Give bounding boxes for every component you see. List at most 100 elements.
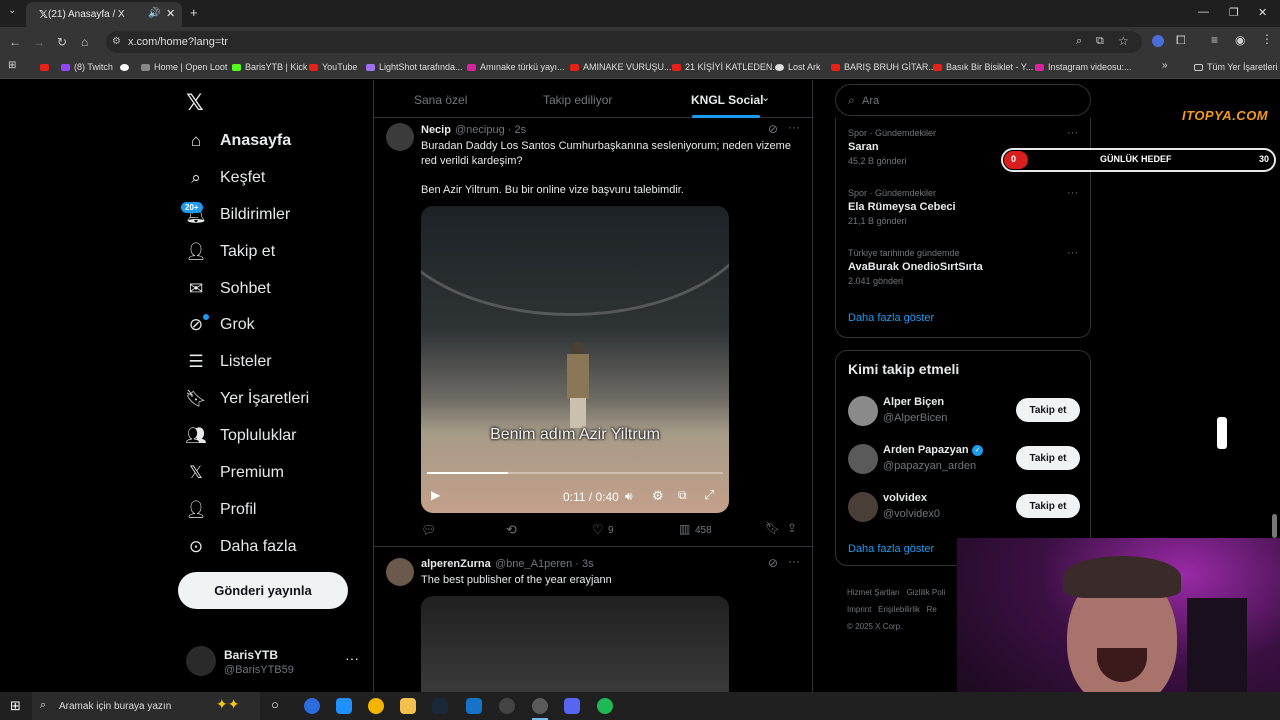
volume-icon[interactable]: 🔊︎ (625, 489, 633, 504)
windows-start-icon[interactable]: ⊞ (10, 698, 21, 714)
trend-more-icon[interactable]: ··· (1067, 127, 1078, 139)
follow-button[interactable]: Takip et (1016, 398, 1080, 422)
post-media[interactable] (421, 596, 729, 692)
follow-button[interactable]: Takip et (1016, 446, 1080, 470)
chevron-down-icon[interactable]: ⌄ (761, 91, 770, 104)
tab-following[interactable]: Takip ediliyor (543, 93, 612, 107)
bookmark-item[interactable]: 21 KİŞİYİ KATLEDEN... (672, 62, 780, 72)
bookmark-item[interactable]: YouTube (309, 62, 357, 72)
sidebar-item-chat[interactable]: ✉ Sohbet (186, 274, 271, 304)
account-more-icon[interactable]: ··· (345, 650, 359, 666)
sidebar-item-explore[interactable]: ⌕ Keşfet (186, 163, 265, 193)
bookmark-item[interactable]: Lost Ark (775, 62, 821, 72)
trends-show-more[interactable]: Daha fazla göster (848, 312, 934, 324)
trend-more-icon[interactable]: ··· (1067, 187, 1078, 199)
file-explorer-icon[interactable] (400, 698, 416, 714)
views-icon[interactable]: ▥ (679, 522, 690, 536)
bookmark-item[interactable]: LightShot tarafında... (366, 62, 463, 72)
post-button[interactable]: Gönderi yayınla (178, 572, 348, 609)
bookmark-item[interactable]: Amınake türkü yayı... (467, 62, 565, 72)
play-icon[interactable]: ▶ (431, 488, 440, 502)
post[interactable]: alperenZurna @bne_A1peren · 3s ⊘ ··· The… (374, 548, 814, 692)
extension-icon[interactable] (1152, 35, 1164, 47)
chrome-icon[interactable] (368, 698, 384, 714)
share-icon[interactable]: ⇪ (787, 521, 797, 535)
media-control-icon[interactable]: ≡ (1211, 33, 1218, 47)
trend-item[interactable]: Spor · Gündemdekiler Ela Rümeysa Cebeci 21… (848, 188, 956, 226)
apps-icon[interactable]: ⊞ (8, 60, 16, 71)
follow-show-more[interactable]: Daha fazla göster (848, 543, 934, 555)
avatar[interactable] (848, 396, 878, 426)
pip-icon[interactable]: ⧉ (678, 488, 687, 503)
like-icon[interactable]: ♡ (592, 522, 604, 538)
chrome-icon[interactable] (532, 698, 548, 714)
account-switcher[interactable]: BarisYTB @BarisYTB59 ··· (186, 646, 366, 680)
bookmark-item[interactable]: Instagram videosu:... (1035, 62, 1132, 72)
repost-icon[interactable]: ⟲ (506, 522, 517, 538)
app-icon[interactable] (336, 698, 352, 714)
bookmark-item[interactable]: Basık Bir Bisiklet - Y... (933, 62, 1033, 72)
grok-icon[interactable]: ⊘ (768, 122, 778, 136)
profile-icon[interactable]: ◉ (1235, 33, 1245, 47)
site-info-icon[interactable]: ⚙ (112, 36, 121, 47)
video-player[interactable]: Benim adım Azir Yiltrum ▶ 0:11 / 0:40 🔊︎… (421, 206, 729, 513)
minimize-icon[interactable]: — (1198, 6, 1209, 18)
discord-icon[interactable] (564, 698, 580, 714)
close-tab-icon[interactable]: ✕ (166, 7, 175, 20)
url-bar[interactable]: ⚙ x.com/home?lang=tr ⌕ ⧉ ☆ (106, 31, 1142, 53)
back-icon[interactable]: ← (9, 35, 21, 49)
follow-button[interactable]: Takip et (1016, 494, 1080, 518)
bookmark-star-icon[interactable]: ☆ (1118, 34, 1129, 48)
avatar[interactable] (386, 558, 414, 586)
new-tab-icon[interactable]: + (190, 5, 198, 20)
post-author-name[interactable]: Necip (421, 124, 451, 136)
fullscreen-icon[interactable]: ⤢ (704, 487, 714, 503)
settings-icon[interactable]: ⚙ (652, 488, 664, 504)
search-input[interactable]: ⌕ Ara (835, 84, 1091, 116)
home-icon[interactable]: ⌂ (81, 35, 88, 49)
obs-icon[interactable] (499, 698, 515, 714)
menu-icon[interactable]: ⋮ (1261, 32, 1273, 46)
all-bookmarks[interactable]: Tüm Yer İşaretleri (1194, 62, 1278, 72)
app-icon[interactable] (466, 698, 482, 714)
trend-item[interactable]: Türkiye tarihinde gündemde AvaBurak Onedi… (848, 248, 983, 286)
reply-icon[interactable]: 💬︎ (421, 523, 436, 537)
avatar[interactable] (848, 444, 878, 474)
grok-icon[interactable]: ⊘ (768, 556, 778, 570)
page-scrollbar[interactable] (1272, 514, 1277, 538)
post-author-handle[interactable]: @necipug · 2s (455, 124, 526, 136)
bookmark-item[interactable]: BARIŞ BRUH GİTAR... (831, 62, 936, 72)
footer-link[interactable]: Erişilebilirlik (878, 605, 920, 614)
bookmark-item[interactable]: (8) Twitch (61, 62, 113, 72)
video-progress-track[interactable] (427, 472, 723, 474)
bookmark-youtube-icon[interactable] (40, 62, 53, 72)
post-author-handle[interactable]: @bne_A1peren · 3s (495, 558, 594, 570)
speaker-icon[interactable]: 🔊 (148, 8, 160, 19)
bookmark-item[interactable]: Home | Open Loot (141, 62, 227, 72)
avatar[interactable] (848, 492, 878, 522)
footer-link[interactable]: Gizlilik Poli (907, 588, 946, 597)
sidebar-item-grok[interactable]: ⊘ Grok (186, 310, 255, 340)
footer-link[interactable]: Re (927, 605, 937, 614)
tab-for-you[interactable]: Sana özel (414, 93, 467, 107)
trend-item[interactable]: Spor · Gündemdekiler Saran 45,2 B gönderi (848, 128, 936, 166)
post[interactable]: Necip @necipug · 2s ⊘ ··· Buradan Daddy … (374, 119, 814, 547)
restore-icon[interactable]: ❐ (1229, 6, 1239, 19)
sidebar-item-communities[interactable]: 👥︎ Topluluklar (185, 421, 296, 451)
tab-kngl-social[interactable]: KNGL Social (691, 93, 763, 107)
more-bookmarks-icon[interactable]: » (1162, 60, 1168, 71)
post-more-icon[interactable]: ··· (788, 120, 800, 134)
suggested-user-name[interactable]: volvidex (883, 492, 927, 504)
sidebar-item-home[interactable]: ⌂ Anasayfa (186, 126, 291, 156)
x-logo-icon[interactable]: 𝕏 (186, 90, 204, 116)
sidebar-item-premium[interactable]: 𝕏 Premium (186, 458, 284, 488)
taskbar-search[interactable]: ⌕ Aramak için buraya yazın ✦✦ (32, 692, 260, 720)
bookmark-item[interactable]: AMINAKE VURUŞU... (570, 62, 672, 72)
sidebar-item-more[interactable]: ⊙ Daha fazla (186, 532, 297, 562)
install-icon[interactable]: ⧉ (1096, 35, 1104, 48)
app-icon[interactable] (304, 698, 320, 714)
forward-icon[interactable]: → (33, 35, 45, 49)
suggested-user-name[interactable]: Alper Biçen (883, 396, 944, 408)
sidebar-item-lists[interactable]: ☰ Listeler (186, 347, 271, 377)
post-author-name[interactable]: alperenZurna (421, 558, 491, 570)
